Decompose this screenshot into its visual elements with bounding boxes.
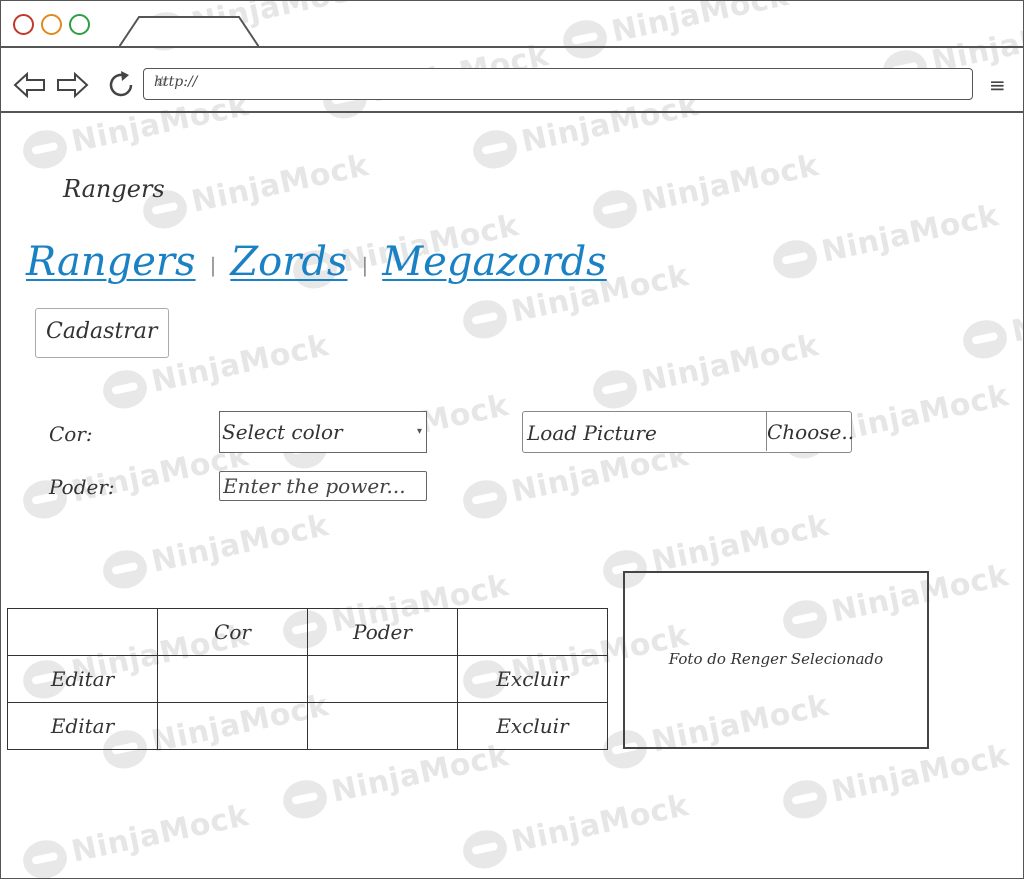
watermark: NinjaMock [589,148,823,233]
tab-divider [1,46,1023,48]
nav-separator: | [209,253,217,277]
table-header-cell [7,608,158,656]
watermark: NinjaMock [779,738,1013,823]
watermark: NinjaMock [139,148,373,233]
browser-window: NinjaMock NinjaMock NinjaMock NinjaMock … [0,0,1024,879]
nav-separator: | [361,253,369,277]
main-nav: Rangers | Zords | Megazords [26,239,607,285]
back-arrow-icon[interactable] [13,71,47,99]
watermark: NinjaMock [19,798,253,878]
forward-arrow-icon[interactable] [55,71,89,99]
table-header-cell: Poder [307,608,458,656]
watermark: NinjaMock [459,788,693,873]
table-header-cell: Cor [157,608,308,656]
table-row: Editar Excluir [7,655,608,703]
nav-link-zords[interactable]: Zords [230,239,347,285]
table-header-row: Cor Poder [7,608,608,656]
reload-icon[interactable] [105,69,137,101]
browser-tab[interactable] [119,15,259,47]
table-cell [157,702,308,750]
table-cell [307,655,458,703]
power-label: Poder: [49,475,115,499]
register-button[interactable]: Cadastrar [35,308,169,358]
edit-button[interactable]: Editar [7,655,158,703]
address-bar[interactable]: http:// ☆ [143,68,973,100]
watermark: NinjaMock [99,508,333,593]
browser-chrome: http:// ☆ ≡ [1,1,1023,113]
maximize-window-dot[interactable] [69,14,90,35]
color-select[interactable]: Select color ▾ [219,411,427,453]
minimize-window-dot[interactable] [41,14,62,35]
power-input[interactable] [220,472,425,500]
chevron-down-icon: ▾ [416,426,422,437]
watermark: NinjaMock [279,738,513,823]
rangers-table: Cor Poder Editar Excluir Editar Excluir [7,608,608,750]
delete-button[interactable]: Excluir [457,702,608,750]
load-picture-field[interactable]: Load Picture Choose.. [522,411,854,453]
choose-file-button[interactable]: Choose.. [766,412,854,451]
table-row: Editar Excluir [7,702,608,750]
color-label: Cor: [49,422,93,446]
watermark: NinjaMock [589,328,823,413]
delete-button[interactable]: Excluir [457,655,608,703]
table-header-cell [457,608,608,656]
table-cell [157,655,308,703]
color-select-value: Select color [222,420,343,444]
watermark: NinjaMock [959,278,1023,363]
edit-button[interactable]: Editar [7,702,158,750]
close-window-dot[interactable] [13,14,34,35]
power-input-box[interactable] [219,471,427,501]
nav-link-megazords[interactable]: Megazords [382,239,607,285]
table-cell [307,702,458,750]
bookmark-star-icon[interactable]: ☆ [154,74,968,90]
hamburger-menu-icon[interactable]: ≡ [989,73,1006,97]
nav-link-rangers[interactable]: Rangers [26,239,196,285]
page-title: Rangers [63,175,165,203]
watermark: NinjaMock [769,198,1003,283]
load-picture-placeholder: Load Picture [527,421,657,445]
selected-ranger-photo: Foto do Renger Selecionado [623,571,929,749]
photo-caption: Foto do Renger Selecionado [668,650,884,668]
